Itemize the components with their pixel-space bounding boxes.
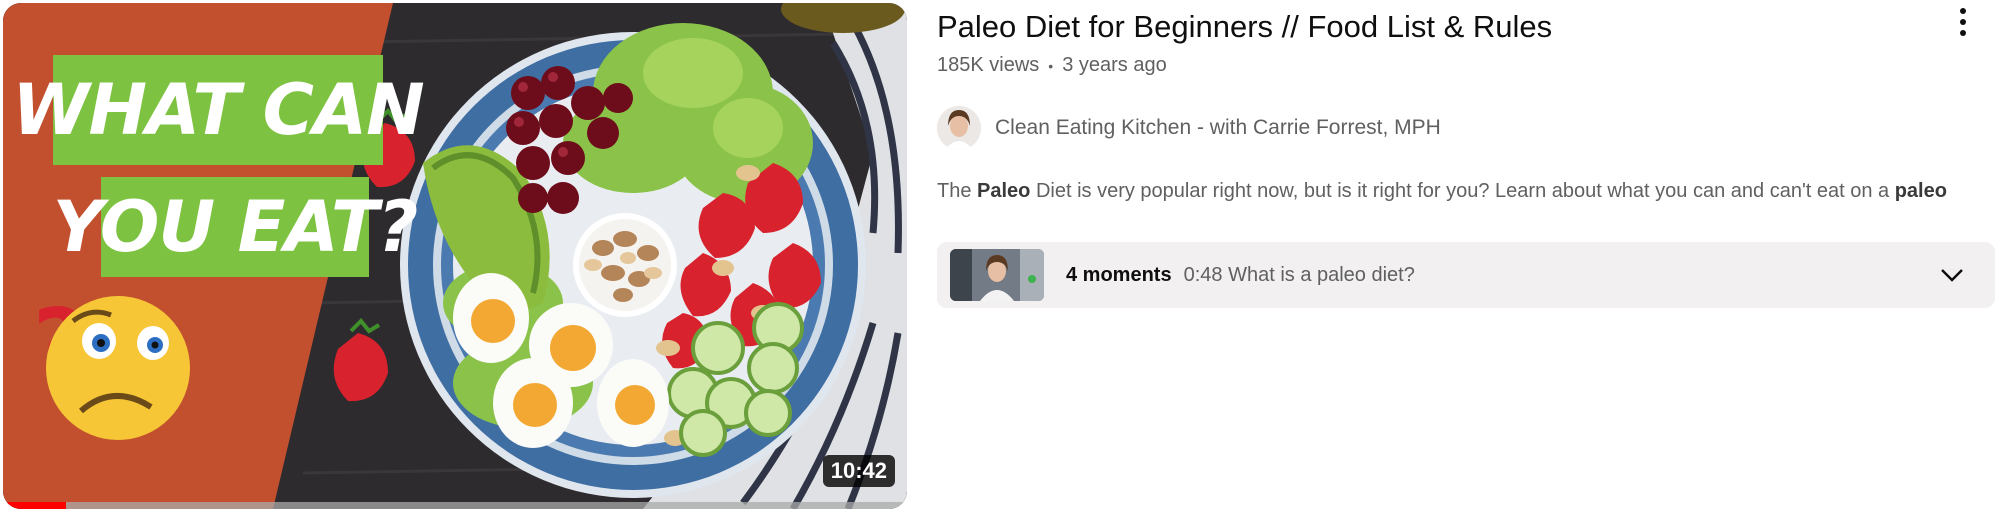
description-text: The [937, 180, 978, 202]
watch-progress-fill [3, 502, 67, 509]
description-text-rest: Diet is very popular right now, but is i… [1030, 180, 1895, 202]
chevron-down-icon[interactable] [1939, 263, 1965, 287]
video-metadata: 185K views • 3 years ago [937, 54, 1167, 77]
moment-thumbnail [950, 249, 1044, 301]
view-count: 185K views [937, 54, 1040, 76]
key-moments-bar[interactable]: 4 moments 0:48 What is a paleo diet? [937, 242, 1995, 308]
watch-progress-bar [3, 502, 907, 509]
moment-chapter-label: 0:48 What is a paleo diet? [1183, 263, 1415, 286]
moments-count: 4 moments [1066, 263, 1172, 286]
description-highlight: Paleo [977, 180, 1031, 202]
channel-name[interactable]: Clean Eating Kitchen - with Carrie Forre… [995, 116, 1441, 140]
meta-separator: • [1048, 57, 1054, 74]
description-highlight-tail: paleo [1894, 180, 1947, 202]
more-vert-icon[interactable] [1947, 2, 1979, 42]
thumbnail-headline-line1: WHAT CAN [12, 55, 425, 165]
video-details: Paleo Diet for Beginners // Food List & … [937, 0, 1997, 514]
thumbnail-headline-line2: YOU EAT? [53, 177, 418, 277]
video-description-snippet: The Paleo Diet is very popular right now… [937, 180, 1987, 203]
upload-age: 3 years ago [1062, 54, 1167, 76]
video-thumbnail[interactable]: ? WHAT CAN YOU EAT? 10:42 [3, 3, 907, 509]
channel-link[interactable]: Clean Eating Kitchen - with Carrie Forre… [937, 106, 1441, 150]
duration-badge: 10:42 [822, 455, 895, 487]
avatar[interactable] [937, 106, 981, 150]
video-title[interactable]: Paleo Diet for Beginners // Food List & … [937, 8, 1897, 45]
